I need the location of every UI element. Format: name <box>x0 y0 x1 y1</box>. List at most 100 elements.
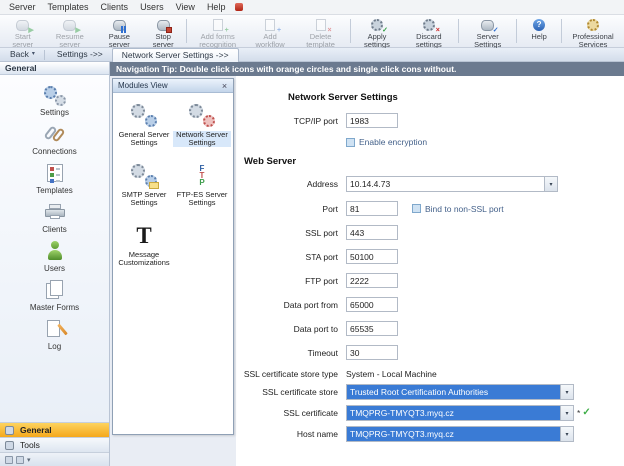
ssl-cert-store-type-label: SSL certificate store type <box>236 369 338 379</box>
gear-icon[interactable] <box>16 456 24 464</box>
modules-view-body: General Server Settings Network Server S… <box>113 93 233 275</box>
toolbar-separator <box>516 19 517 43</box>
add-forms-recognition-button: + Add forms recognition <box>189 16 247 46</box>
message-customizations-icon: T <box>115 221 173 249</box>
apply-settings-icon: ✓ <box>368 18 386 32</box>
sidebar-section-general[interactable]: General <box>0 422 109 437</box>
chevron-down-icon[interactable]: ▾ <box>544 177 557 191</box>
module-general-server-settings[interactable]: General Server Settings <box>115 101 173 147</box>
add-workflow-icon: + <box>261 18 279 32</box>
section-tools-icon <box>5 441 14 450</box>
ftp-port-input[interactable] <box>346 273 398 288</box>
ssl-port-label: SSL port <box>236 228 338 238</box>
module-ftp-es-server-settings[interactable]: FTP FTP-ES Server Settings <box>173 161 231 207</box>
navigation-tip-bar: Navigation Tip: Double click icons with … <box>110 62 624 76</box>
log-document-icon <box>7 317 103 341</box>
bind-non-ssl-checkbox[interactable] <box>412 204 421 213</box>
menu-bar: Server Templates Clients Users View Help <box>0 0 624 15</box>
server-pause-icon <box>110 18 128 32</box>
content-area: Modules View × General Server Settings N… <box>110 76 624 466</box>
menu-clients[interactable]: Clients <box>95 0 135 15</box>
chevron-down-icon[interactable]: ▾ <box>560 406 573 420</box>
panel-icon[interactable] <box>5 456 13 464</box>
stop-server-button[interactable]: Stop server <box>143 16 184 46</box>
breadcrumb-tab-settings[interactable]: Settings ->> <box>48 48 112 61</box>
ssl-port-input[interactable] <box>346 225 398 240</box>
address-label: Address <box>236 179 338 189</box>
sidebar-items: Settings Connections Templates Clients U… <box>0 75 109 422</box>
data-port-from-input[interactable] <box>346 297 398 312</box>
ssl-certificate-combobox[interactable]: TMQPRG-TMYQT3.myq.cz ▾ <box>346 405 574 421</box>
timeout-input[interactable] <box>346 345 398 360</box>
navigation-bar: Back ▾ Settings ->> Network Server Setti… <box>0 48 624 62</box>
help-button[interactable]: ? Help <box>519 16 559 46</box>
back-button[interactable]: Back ▾ <box>0 48 41 61</box>
sidebar-section-tools[interactable]: Tools <box>0 437 109 452</box>
data-port-to-label: Data port to <box>236 324 338 334</box>
port-input[interactable] <box>346 201 398 216</box>
modules-view-title: Modules View <box>118 81 219 90</box>
server-stop-icon <box>154 18 172 32</box>
breadcrumb-tab-network-server-settings[interactable]: Network Server Settings ->> <box>112 48 239 62</box>
sidebar-item-settings[interactable]: Settings <box>7 80 103 119</box>
sidebar-item-templates[interactable]: Templates <box>7 158 103 197</box>
menu-users[interactable]: Users <box>134 0 170 15</box>
paperclip-icon <box>7 122 103 146</box>
discard-settings-button[interactable]: × Discard settings <box>401 16 456 46</box>
menu-templates[interactable]: Templates <box>42 0 95 15</box>
chevron-down-icon[interactable]: ▾ <box>560 427 573 441</box>
server-settings-button[interactable]: ✓ Server Settings <box>461 16 514 46</box>
close-icon[interactable]: × <box>219 81 230 91</box>
sidebar-bottom-strip: ▾ <box>0 452 109 466</box>
data-port-to-input[interactable] <box>346 321 398 336</box>
enable-encryption-label: Enable encryption <box>359 137 427 147</box>
chevron-down-icon: ▾ <box>32 48 35 61</box>
sidebar-header: General <box>0 62 109 75</box>
page-title: Network Server Settings <box>288 92 624 103</box>
toolbar-separator <box>350 19 351 43</box>
module-smtp-server-settings[interactable]: SMTP Server Settings <box>115 161 173 207</box>
chevron-down-icon[interactable]: ▾ <box>27 456 31 464</box>
certificate-valid-icon: ✓ <box>582 408 590 418</box>
sta-port-input[interactable] <box>346 249 398 264</box>
separator <box>44 50 45 60</box>
host-name-combobox[interactable]: TMQPRG-TMYQT3.myq.cz ▾ <box>346 426 574 442</box>
discard-settings-icon: × <box>420 18 438 32</box>
module-message-customizations[interactable]: T Message Customizations <box>115 221 173 267</box>
menu-server[interactable]: Server <box>3 0 42 15</box>
toolbar-separator <box>458 19 459 43</box>
chevron-down-icon[interactable]: ▾ <box>560 385 573 399</box>
tcp-ip-port-input[interactable] <box>346 113 398 128</box>
sidebar-item-connections[interactable]: Connections <box>7 119 103 158</box>
ssl-cert-store-combobox[interactable]: Trusted Root Certification Authorities ▾ <box>346 384 574 400</box>
printer-icon <box>7 200 103 224</box>
address-combobox[interactable]: 10.14.4.73 ▾ <box>346 176 558 192</box>
web-server-heading: Web Server <box>244 156 624 167</box>
toolbar: ▶ Start server ▶ Resume server Pause ser… <box>0 15 624 48</box>
ssl-cert-store-type-value: System - Local Machine <box>346 369 437 379</box>
enable-encryption-checkbox[interactable] <box>346 138 355 147</box>
data-port-from-label: Data port from <box>236 300 338 310</box>
toolbar-separator <box>186 19 187 43</box>
apply-settings-button[interactable]: ✓ Apply settings <box>353 16 402 46</box>
app-accent-icon <box>235 3 243 11</box>
module-network-server-settings[interactable]: Network Server Settings <box>173 101 231 147</box>
modules-view-panel: Modules View × General Server Settings N… <box>112 78 234 435</box>
app-window: Server Templates Clients Users View Help… <box>0 0 624 466</box>
ssl-certificate-label: SSL certificate <box>236 408 338 418</box>
pause-server-button[interactable]: Pause server <box>96 16 142 46</box>
sidebar-item-clients[interactable]: Clients <box>7 197 103 236</box>
host-name-label: Host name <box>236 429 338 439</box>
sidebar-item-log[interactable]: Log <box>7 314 103 353</box>
start-server-button: ▶ Start server <box>2 16 44 46</box>
sidebar-item-users[interactable]: Users <box>7 236 103 275</box>
network-server-settings-form: Network Server Settings TCP/IP port Enab… <box>236 76 624 466</box>
menu-view[interactable]: View <box>170 0 201 15</box>
professional-services-button[interactable]: Professional Services <box>564 16 622 46</box>
tcp-ip-port-label: TCP/IP port <box>236 116 338 126</box>
help-icon: ? <box>530 18 548 32</box>
sidebar-item-master-forms[interactable]: Master Forms <box>7 275 103 314</box>
professional-services-icon <box>584 18 602 32</box>
ftp-port-label: FTP port <box>236 276 338 286</box>
menu-help[interactable]: Help <box>201 0 232 15</box>
